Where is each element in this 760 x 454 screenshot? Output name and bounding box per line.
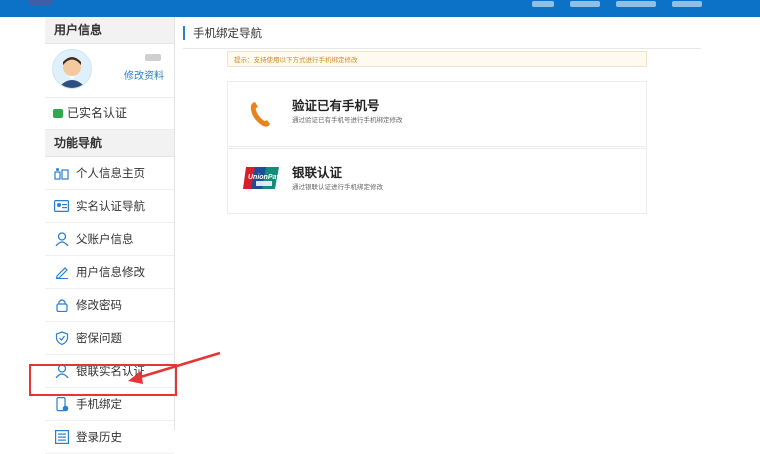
shield-icon <box>54 331 69 346</box>
user-info-header: 用户信息 <box>45 17 174 44</box>
avatar-illustration <box>58 57 86 88</box>
sidebar-item-security-question[interactable]: 密保问题 <box>45 322 174 355</box>
method-description: 通过验证已有手机号进行手机绑定修改 <box>292 116 403 124</box>
sidebar-item-login-history[interactable]: 登录历史 <box>45 421 174 454</box>
sidebar-item-label: 父账户信息 <box>76 232 134 246</box>
sidebar-item-realname-nav[interactable]: 实名认证导航 <box>45 190 174 223</box>
sidebar-item-unionpay-realname[interactable]: 银联实名认证 <box>45 355 174 388</box>
verification-status: 已实名认证 <box>45 98 174 130</box>
function-nav-header: 功能导航 <box>45 130 174 157</box>
top-nav-links <box>532 0 702 10</box>
sidebar-item-edit-user-info[interactable]: 用户信息修改 <box>45 256 174 289</box>
title-divider <box>183 48 701 49</box>
sidebar: 用户信息 修改资料 已实名认证 功能导航 个人信息主页 实名认证导航 父账户信息… <box>45 17 175 454</box>
svg-text:UnionPay: UnionPay <box>248 174 281 181</box>
tip-banner: 提示：支持使用以下方式进行手机绑定修改 <box>227 51 647 67</box>
unionpay-logo-icon: UnionPay <box>242 165 282 197</box>
phone-bind-icon <box>54 396 69 412</box>
verified-label: 已实名认证 <box>67 106 128 120</box>
method-title: 验证已有手机号 <box>292 98 380 113</box>
verified-badge-icon <box>53 109 63 118</box>
top-nav-link[interactable] <box>672 1 702 7</box>
sidebar-item-label: 个人信息主页 <box>76 166 145 180</box>
history-list-icon <box>54 430 69 445</box>
user-outline-icon <box>54 364 69 379</box>
verify-existing-phone-card[interactable]: 验证已有手机号 通过验证已有手机号进行手机绑定修改 <box>227 81 647 147</box>
top-nav-link[interactable] <box>616 1 656 7</box>
sidebar-item-phone-binding[interactable]: 手机绑定 <box>45 388 174 421</box>
sidebar-item-profile-home[interactable]: 个人信息主页 <box>45 157 174 190</box>
top-nav-link[interactable] <box>570 1 600 7</box>
page-title: 手机绑定导航 <box>183 26 262 40</box>
user-summary: 修改资料 <box>45 44 174 98</box>
username-redacted <box>145 54 161 61</box>
pencil-icon <box>54 265 69 280</box>
sidebar-item-label: 用户信息修改 <box>76 265 145 279</box>
user-icon <box>54 232 69 247</box>
sidebar-item-label: 手机绑定 <box>76 397 122 411</box>
sidebar-item-label: 银联实名认证 <box>76 364 145 378</box>
edit-profile-link[interactable]: 修改资料 <box>124 67 164 82</box>
sidebar-item-label: 登录历史 <box>76 430 122 444</box>
sidebar-item-parent-account[interactable]: 父账户信息 <box>45 223 174 256</box>
method-description: 通过银联认证进行手机绑定修改 <box>292 183 383 191</box>
unionpay-verification-card[interactable]: UnionPay 银联认证 通过银联认证进行手机绑定修改 <box>227 148 647 214</box>
method-title: 银联认证 <box>292 165 343 180</box>
site-logo[interactable] <box>28 0 54 6</box>
sidebar-item-label: 修改密码 <box>76 298 122 312</box>
lock-icon <box>54 298 69 313</box>
sidebar-item-change-password[interactable]: 修改密码 <box>45 289 174 322</box>
phone-handset-icon <box>242 98 282 130</box>
profile-home-icon <box>54 166 69 181</box>
top-nav-link[interactable] <box>532 1 554 7</box>
avatar[interactable] <box>52 49 92 89</box>
id-card-icon <box>54 199 69 214</box>
sidebar-item-label: 密保问题 <box>76 331 122 345</box>
sidebar-item-label: 实名认证导航 <box>76 199 145 213</box>
top-navigation-bar <box>0 0 760 17</box>
